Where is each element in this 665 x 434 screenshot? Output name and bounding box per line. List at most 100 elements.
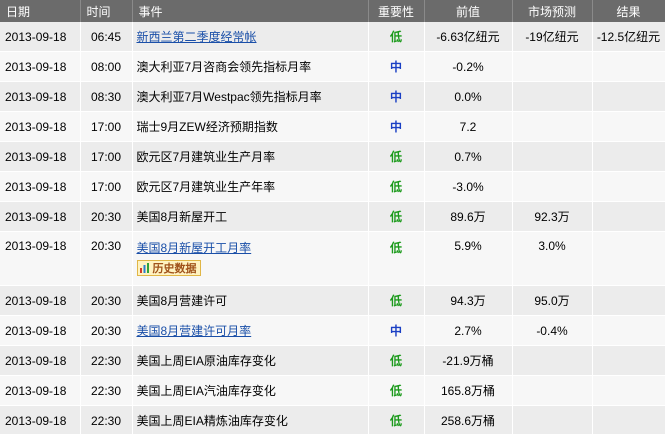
row-importance: 低 [368,22,425,52]
row-importance: 中 [368,111,425,142]
row-importance: 低 [368,141,425,172]
row-actual [592,315,665,346]
row-previous: 258.6万桶 [424,405,513,434]
header-time: 时间 [80,0,133,22]
row-forecast [512,141,593,172]
row-previous: 2.7% [424,315,513,346]
history-data-label: 历史数据 [152,263,197,275]
row-importance: 中 [368,81,425,112]
row-time: 17:00 [80,111,133,142]
row-previous: 5.9% [424,231,513,286]
row-date: 2013-09-18 [0,81,81,112]
row-time: 20:30 [80,285,133,316]
table-row: 2013-09-18 20:30 美国8月新屋开工 低 89.6万 92.3万 [0,201,665,232]
row-time: 06:45 [80,22,133,52]
table-row: 2013-09-18 17:00 欧元区7月建筑业生产年率 低 -3.0% [0,171,665,202]
row-event-cell: 美国8月新屋开工月率 历史数据 [132,231,369,286]
table-row: 2013-09-18 20:30 美国8月营建许可 低 94.3万 95.0万 [0,285,665,316]
row-event: 美国8月营建许可 [132,285,369,316]
row-event: 美国上周EIA精炼油库存变化 [132,405,369,434]
row-forecast [512,51,593,82]
row-actual [592,171,665,202]
row-event: 美国8月新屋开工 [132,201,369,232]
row-importance: 低 [368,171,425,202]
row-previous: 94.3万 [424,285,513,316]
header-date: 日期 [0,0,81,22]
row-date: 2013-09-18 [0,201,81,232]
row-time: 22:30 [80,345,133,376]
row-previous: -0.2% [424,51,513,82]
row-date: 2013-09-18 [0,51,81,82]
row-previous: 89.6万 [424,201,513,232]
row-importance: 低 [368,405,425,434]
row-event-cell: 美国8月营建许可月率 [132,315,369,346]
event-link[interactable]: 美国8月营建许可月率 [137,324,252,338]
header-forecast: 市场预测 [512,0,593,22]
row-previous: 0.7% [424,141,513,172]
event-link[interactable]: 新西兰第二季度经常帐 [137,30,257,44]
row-date: 2013-09-18 [0,22,81,52]
table-row: 2013-09-18 17:00 瑞士9月ZEW经济预期指数 中 7.2 [0,111,665,142]
row-importance: 低 [368,285,425,316]
row-date: 2013-09-18 [0,345,81,376]
row-actual [592,81,665,112]
table-row: 2013-09-18 22:30 美国上周EIA精炼油库存变化 低 258.6万… [0,405,665,434]
row-event: 欧元区7月建筑业生产月率 [132,141,369,172]
event-link[interactable]: 美国8月新屋开工月率 [137,241,252,255]
row-importance: 低 [368,375,425,406]
row-date: 2013-09-18 [0,285,81,316]
table-row: 2013-09-18 20:30 美国8月营建许可月率 中 2.7% -0.4% [0,315,665,346]
row-time: 08:30 [80,81,133,112]
row-forecast [512,81,593,112]
header-importance: 重要性 [368,0,425,22]
row-time: 08:00 [80,51,133,82]
row-date: 2013-09-18 [0,141,81,172]
row-forecast [512,111,593,142]
row-forecast: 92.3万 [512,201,593,232]
history-data-button[interactable]: 历史数据 [136,260,201,276]
row-time: 17:00 [80,171,133,202]
row-time: 17:00 [80,141,133,172]
table-row: 2013-09-18 22:30 美国上周EIA原油库存变化 低 -21.9万桶 [0,345,665,376]
row-forecast: -0.4% [512,315,593,346]
row-actual [592,111,665,142]
row-forecast [512,375,593,406]
row-forecast [512,405,593,434]
row-event: 美国上周EIA汽油库存变化 [132,375,369,406]
row-forecast: -19亿纽元 [512,22,593,52]
row-previous: -21.9万桶 [424,345,513,376]
row-time: 22:30 [80,375,133,406]
table-row: 2013-09-18 22:30 美国上周EIA汽油库存变化 低 165.8万桶 [0,375,665,406]
row-event: 美国上周EIA原油库存变化 [132,345,369,376]
table-row: 2013-09-18 06:45 新西兰第二季度经常帐 低 -6.63亿纽元 -… [0,22,665,52]
header-actual: 结果 [592,0,665,22]
row-importance: 中 [368,51,425,82]
row-time: 22:30 [80,405,133,434]
row-time: 20:30 [80,231,133,286]
row-actual [592,141,665,172]
table-row: 2013-09-18 08:30 澳大利亚7月Westpac领先指标月率 中 0… [0,81,665,112]
row-actual [592,51,665,82]
row-event-cell: 新西兰第二季度经常帐 [132,22,369,52]
row-date: 2013-09-18 [0,375,81,406]
row-event: 澳大利亚7月Westpac领先指标月率 [132,81,369,112]
table-row: 2013-09-18 20:30 美国8月新屋开工月率 历史数据 低 5.9% … [0,231,665,286]
table-header-row: 日期 时间 事件 重要性 前值 市场预测 结果 [0,0,665,22]
row-forecast: 95.0万 [512,285,593,316]
row-actual [592,231,665,286]
row-actual [592,201,665,232]
row-time: 20:30 [80,201,133,232]
row-actual [592,285,665,316]
row-previous: 0.0% [424,81,513,112]
row-importance: 低 [368,201,425,232]
row-date: 2013-09-18 [0,405,81,434]
header-previous: 前值 [424,0,513,22]
row-importance: 中 [368,315,425,346]
row-previous: 7.2 [424,111,513,142]
row-actual [592,375,665,406]
row-forecast [512,345,593,376]
row-actual [592,405,665,434]
row-forecast [512,171,593,202]
row-previous: 165.8万桶 [424,375,513,406]
row-previous: -3.0% [424,171,513,202]
